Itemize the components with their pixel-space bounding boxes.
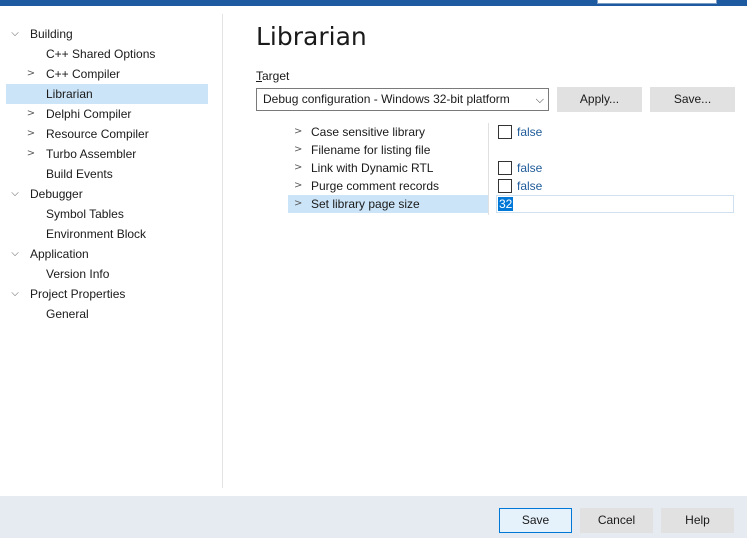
tree-item-librarian[interactable]: Librarian: [6, 84, 208, 104]
tree-item-version-info[interactable]: Version Info: [6, 264, 208, 284]
property-value[interactable]: false: [517, 123, 542, 141]
tree-item-turbo-assembler[interactable]: > Turbo Assembler: [6, 144, 208, 164]
property-row-case-sensitive[interactable]: > Case sensitive library false: [288, 123, 734, 141]
chevron-right-icon[interactable]: >: [294, 159, 302, 177]
chevron-right-icon[interactable]: >: [24, 124, 38, 144]
chevron-down-icon[interactable]: ⌵: [8, 24, 22, 44]
property-value[interactable]: false: [517, 159, 542, 177]
target-select[interactable]: Debug configuration - Windows 32-bit pla…: [256, 88, 549, 111]
save-options-button[interactable]: Save...: [650, 87, 735, 112]
property-checkbox[interactable]: [498, 179, 512, 193]
property-value[interactable]: false: [517, 177, 542, 195]
tree-item-debugger[interactable]: ⌵ Debugger: [6, 184, 208, 204]
options-tree: ⌵ Building C++ Shared Options > C++ Comp…: [0, 24, 222, 488]
dialog-footer: Save Cancel Help: [0, 496, 747, 538]
help-button[interactable]: Help: [661, 508, 734, 533]
property-row-purge-comments[interactable]: > Purge comment records false: [288, 177, 734, 195]
chevron-right-icon[interactable]: >: [24, 104, 38, 124]
tree-item-building[interactable]: ⌵ Building: [6, 24, 208, 44]
tree-item-cpp-compiler[interactable]: > C++ Compiler: [6, 64, 208, 84]
property-name: Case sensitive library: [311, 125, 426, 139]
chevron-right-icon[interactable]: >: [294, 195, 302, 213]
tree-item-delphi-compiler[interactable]: > Delphi Compiler: [6, 104, 208, 124]
property-checkbox[interactable]: [498, 161, 512, 175]
tree-item-cpp-shared-options[interactable]: C++ Shared Options: [6, 44, 208, 64]
property-name: Link with Dynamic RTL: [311, 161, 434, 175]
chevron-right-icon[interactable]: >: [24, 144, 38, 164]
property-name: Filename for listing file: [311, 143, 431, 157]
apply-button[interactable]: Apply...: [557, 87, 642, 112]
cancel-button[interactable]: Cancel: [580, 508, 653, 533]
tree-item-general[interactable]: General: [6, 304, 208, 324]
property-row-page-size[interactable]: > Set library page size 32: [288, 195, 734, 213]
target-label: Target: [256, 69, 290, 83]
save-button[interactable]: Save: [499, 508, 572, 533]
chevron-right-icon[interactable]: >: [294, 141, 302, 159]
page-size-value: 32: [498, 197, 514, 211]
chevron-down-icon[interactable]: ⌵: [8, 244, 22, 264]
tree-item-application[interactable]: ⌵ Application: [6, 244, 208, 264]
chevron-down-icon[interactable]: ⌵: [8, 284, 22, 304]
tree-item-build-events[interactable]: Build Events: [6, 164, 208, 184]
target-select-value: Debug configuration - Windows 32-bit pla…: [263, 92, 510, 106]
tree-item-project-properties[interactable]: ⌵ Project Properties: [6, 284, 208, 304]
chevron-right-icon[interactable]: >: [294, 177, 302, 195]
chevron-right-icon[interactable]: >: [294, 123, 302, 141]
tree-item-resource-compiler[interactable]: > Resource Compiler: [6, 124, 208, 144]
property-checkbox[interactable]: [498, 125, 512, 139]
tree-item-symbol-tables[interactable]: Symbol Tables: [6, 204, 208, 224]
title-bar-search-box[interactable]: [597, 0, 717, 4]
tree-item-environment-block[interactable]: Environment Block: [6, 224, 208, 244]
chevron-right-icon[interactable]: >: [24, 64, 38, 84]
chevron-down-icon[interactable]: ⌵: [8, 184, 22, 204]
page-size-input[interactable]: 32: [496, 195, 734, 213]
page-title: Librarian: [256, 22, 367, 51]
chevron-down-icon: ⌵: [535, 93, 544, 106]
property-name: Set library page size: [311, 197, 420, 211]
property-row-dynamic-rtl[interactable]: > Link with Dynamic RTL false: [288, 159, 734, 177]
property-row-listing-filename[interactable]: > Filename for listing file: [288, 141, 734, 159]
panel-divider[interactable]: [222, 14, 223, 488]
property-name: Purge comment records: [311, 179, 440, 193]
